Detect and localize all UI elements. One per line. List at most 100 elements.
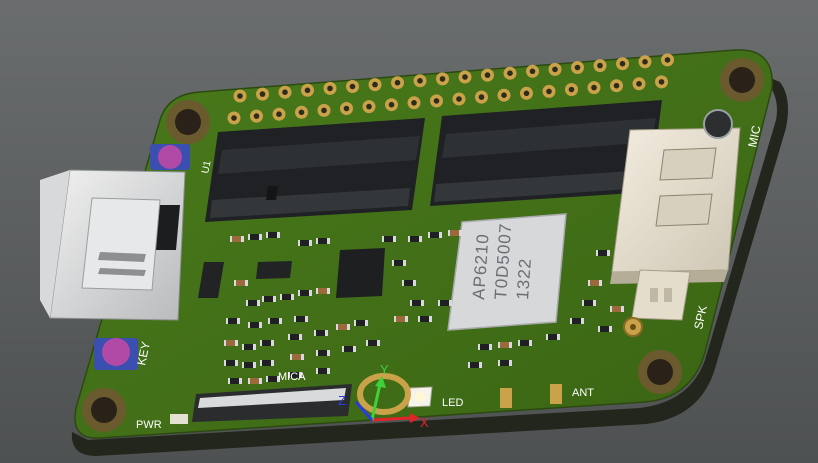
mounting-hole-bottom-right [638,350,682,394]
hdmi-connector [40,169,186,321]
gpio-hole [642,59,648,65]
smd-part [418,316,432,322]
smd-part [226,318,240,324]
gpio-hole [321,107,327,114]
button-u1 [150,144,190,170]
connector-left [205,118,425,222]
gpio-hole [613,82,620,89]
chip-label-line3: 1322 [513,257,535,300]
speaker-connector [631,269,691,321]
smd-part [598,326,612,332]
gpio-hole [417,78,423,84]
smd-part [394,316,408,322]
pwr-pad [170,414,188,424]
smd-part [354,320,368,326]
gpio-hole [327,85,333,92]
gpio-hole [456,96,462,102]
smd-part [366,340,380,346]
smd-part [242,344,256,350]
smd-part [336,324,350,330]
ic-small [256,261,292,279]
gpio-hole [568,86,575,93]
mounting-hole-bottom-left [82,388,126,432]
smd-part [242,362,256,368]
smd-part [468,362,482,368]
wifi-module: AP6210 T0D5007 1322 [447,213,567,331]
ant-pad-2 [550,384,562,404]
silk-mica: MICA [278,371,306,383]
smd-part [316,368,330,374]
smd-part [262,296,276,302]
smd-part [224,360,238,366]
smd-part [260,340,274,346]
silk-pwr: PWR [136,419,162,431]
axis-y-label: Y [380,362,389,377]
pcb-3d-view: AP6210 T0D5007 1322 X Y Z MIC SPK KEY U1… [0,0,818,463]
gpio-hole [433,98,440,104]
smd-part [268,318,282,324]
gpio-hole [343,105,350,112]
smd-part [498,342,512,348]
smd-part [260,360,274,366]
smd-part [314,330,328,336]
gpio-hole [658,79,665,85]
smd-part [402,280,416,286]
mounting-hole-top-right [720,58,764,102]
gpio-hole [439,76,446,82]
smd-part [438,300,452,306]
smd-part [248,378,262,384]
smd-part [342,346,356,352]
gpio-hole [231,115,237,121]
pcb-render: AP6210 T0D5007 1322 X Y Z MIC SPK KEY U1… [0,0,818,463]
gpio-hole [478,94,485,100]
gpio-hole [388,101,395,108]
smd-part [224,340,238,346]
smd-part [316,288,330,294]
gpio-hole [282,89,288,95]
smd-part [248,234,262,240]
gpio-hole [597,62,603,69]
smd-part [234,280,248,286]
smd-part [228,378,242,384]
smd-part [298,240,312,246]
microphone [703,109,733,139]
smd-part [392,260,406,266]
smd-part [570,318,584,324]
smd-part [248,322,262,328]
gpio-hole [507,70,513,76]
smd-part [428,232,442,238]
smd-part [518,340,532,346]
smd-part [410,300,424,306]
smd-part [290,354,304,360]
gpio-hole [619,60,626,67]
gpio-hole [664,57,671,63]
gpio-hole [574,64,581,71]
gpio-hole [253,113,260,119]
gpio-hole [636,81,642,87]
smd-part [316,350,330,356]
gpio-hole [237,93,243,99]
silk-led: LED [442,397,463,409]
smd-part [498,360,512,366]
smd-part [280,294,294,300]
smd-part [230,236,244,242]
smd-part [596,250,610,256]
smd-part [382,236,396,242]
smd-part [582,300,596,306]
smd-part [316,238,330,244]
axis-x-label: X [420,415,429,430]
gpio-hole [276,111,282,117]
gpio-hole [523,90,530,97]
gpio-hole [372,81,378,88]
gpio-hole [462,74,468,80]
axis-z-label: Z [338,393,346,408]
led [407,386,433,408]
silk-ant: ANT [572,387,594,399]
gpio-hole [298,109,305,116]
smd-part [588,280,602,286]
gpio-hole [259,91,266,97]
usb-connector [610,127,741,284]
gpio-hole [411,100,417,106]
smd-part [478,344,492,350]
gpio-hole [591,84,597,91]
